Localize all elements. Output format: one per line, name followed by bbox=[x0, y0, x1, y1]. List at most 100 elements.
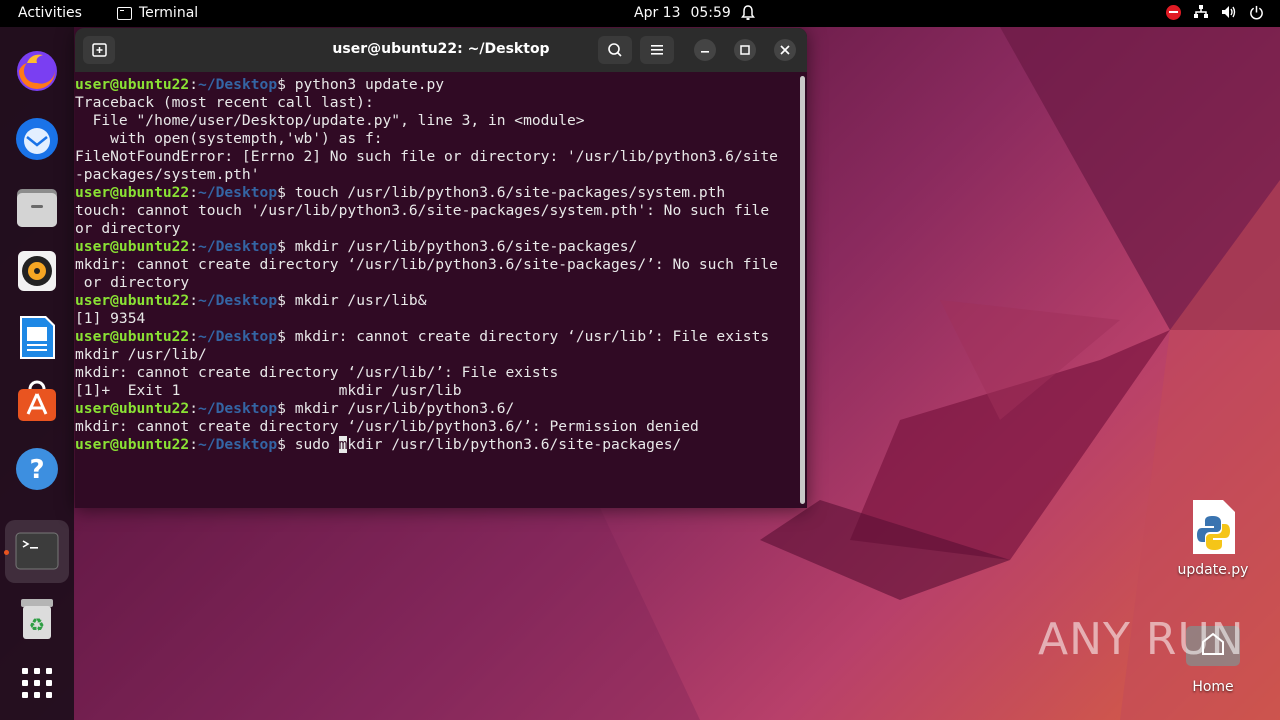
prompt-end: $ bbox=[277, 76, 295, 93]
power-icon bbox=[1250, 5, 1263, 19]
prompt-end: $ bbox=[277, 400, 295, 417]
file-label: update.py bbox=[1177, 562, 1249, 578]
output-text: -packages/system.pth' bbox=[75, 166, 260, 183]
python-file-icon bbox=[1193, 500, 1235, 554]
dock: ? ♻ bbox=[0, 27, 74, 720]
command-text: python3 update.py bbox=[294, 76, 445, 93]
prompt-end: $ bbox=[277, 292, 295, 309]
prompt-path: ~/Desktop bbox=[198, 292, 278, 309]
output-line: mkdir: cannot create directory ‘/usr/lib… bbox=[75, 364, 799, 382]
close-button[interactable] bbox=[774, 39, 796, 61]
hamburger-icon bbox=[651, 45, 663, 55]
prompt-sep: : bbox=[189, 184, 199, 201]
terminal-dock-icon[interactable] bbox=[13, 527, 61, 575]
menu-button[interactable] bbox=[640, 36, 674, 64]
output-line: Traceback (most recent call last): bbox=[75, 94, 799, 112]
top-bar: Activities Terminal Apr 13 05:59 bbox=[0, 0, 1280, 27]
files-icon[interactable] bbox=[13, 183, 61, 231]
output-line: [1] 9354 bbox=[75, 310, 799, 328]
command-line: user@ubuntu22:~/Desktop$ python3 update.… bbox=[75, 76, 799, 94]
command-text: touch /usr/lib/python3.6/site-packages/s… bbox=[294, 184, 726, 201]
running-indicator bbox=[4, 550, 9, 555]
show-apps-icon[interactable] bbox=[13, 659, 61, 707]
prompt-path: ~/Desktop bbox=[198, 400, 278, 417]
terminal-icon bbox=[117, 6, 132, 20]
command-text: mkdir /usr/lib/python3.6/ bbox=[294, 400, 515, 417]
output-line: mkdir /usr/lib/ bbox=[75, 346, 799, 364]
output-text: [1]+ Exit 1 mkdir /usr/lib bbox=[75, 382, 462, 399]
stop-icon[interactable] bbox=[1166, 4, 1181, 20]
command-line: user@ubuntu22:~/Desktop$ touch /usr/lib/… bbox=[75, 184, 799, 202]
app-name: Terminal bbox=[139, 5, 199, 21]
search-icon bbox=[608, 43, 622, 57]
command-text: mkdir /usr/lib/python3.6/site-packages/ bbox=[294, 238, 638, 255]
output-text: FileNotFoundError: [Errno 2] No such fil… bbox=[75, 148, 778, 165]
activities-button[interactable]: Activities bbox=[18, 5, 82, 21]
output-line: mkdir: cannot create directory ‘/usr/lib… bbox=[75, 418, 799, 436]
scrollbar[interactable] bbox=[800, 76, 805, 504]
title-bar[interactable]: user@ubuntu22: ~/Desktop bbox=[75, 28, 807, 72]
svg-text:♻: ♻ bbox=[29, 615, 45, 636]
prompt-sep: : bbox=[189, 436, 199, 453]
prompt-user: user@ubuntu22 bbox=[75, 76, 190, 93]
output-line: FileNotFoundError: [Errno 2] No such fil… bbox=[75, 148, 799, 166]
output-text: or directory bbox=[75, 220, 181, 237]
output-line: touch: cannot touch '/usr/lib/python3.6/… bbox=[75, 202, 799, 220]
prompt-user: user@ubuntu22 bbox=[75, 238, 190, 255]
desktop-file-update-py[interactable]: update.py bbox=[1170, 498, 1256, 578]
prompt-end: $ bbox=[277, 436, 295, 453]
prompt-user: user@ubuntu22 bbox=[75, 400, 190, 417]
prompt-end: $ bbox=[277, 328, 295, 345]
prompt-user: user@ubuntu22 bbox=[75, 292, 190, 309]
output-line: [1]+ Exit 1 mkdir /usr/lib bbox=[75, 382, 799, 400]
maximize-button[interactable] bbox=[734, 39, 756, 61]
close-icon bbox=[780, 45, 790, 55]
prompt-sep: : bbox=[189, 292, 199, 309]
output-line: with open(systempth,'wb') as f: bbox=[75, 130, 799, 148]
command-line: user@ubuntu22:~/Desktop$ mkdir /usr/lib/… bbox=[75, 238, 799, 256]
output-text: File "/home/user/Desktop/update.py", lin… bbox=[75, 112, 585, 129]
libreoffice-writer-icon[interactable] bbox=[13, 313, 61, 361]
minimize-icon bbox=[701, 51, 709, 53]
clock[interactable]: Apr 13 05:59 bbox=[634, 5, 755, 21]
maximize-icon bbox=[740, 45, 750, 55]
system-tray[interactable] bbox=[1166, 4, 1264, 20]
prompt-user: user@ubuntu22 bbox=[75, 184, 190, 201]
search-button[interactable] bbox=[598, 36, 632, 64]
output-text: mkdir /usr/lib/ bbox=[75, 346, 207, 363]
current-command-line[interactable]: user@ubuntu22:~/Desktop$ sudo mkdir /usr… bbox=[75, 436, 799, 454]
prompt-sep: : bbox=[189, 400, 199, 417]
output-text: with open(systempth,'wb') as f: bbox=[75, 130, 383, 147]
minimize-button[interactable] bbox=[694, 39, 716, 61]
command-text: mkdir /usr/lib& bbox=[294, 292, 427, 309]
time: 05:59 bbox=[690, 5, 731, 21]
prompt-sep: : bbox=[189, 238, 199, 255]
bell-icon bbox=[740, 5, 755, 20]
command-text: kdir /usr/lib/python3.6/site-packages/ bbox=[347, 436, 682, 453]
output-text: touch: cannot touch '/usr/lib/python3.6/… bbox=[75, 202, 770, 219]
thunderbird-icon[interactable] bbox=[13, 115, 61, 163]
svg-text:?: ? bbox=[29, 455, 44, 485]
software-center-icon[interactable] bbox=[13, 377, 61, 425]
trash-icon[interactable]: ♻ bbox=[13, 595, 61, 643]
command-text: sudo bbox=[294, 436, 339, 453]
prompt-path: ~/Desktop bbox=[198, 436, 278, 453]
output-text: mkdir: cannot create directory ‘/usr/lib… bbox=[75, 418, 699, 435]
prompt-path: ~/Desktop bbox=[198, 328, 278, 345]
output-text: or directory bbox=[75, 274, 190, 291]
watermark: ANY RUN bbox=[1038, 614, 1245, 665]
prompt-path: ~/Desktop bbox=[198, 76, 278, 93]
terminal-output[interactable]: user@ubuntu22:~/Desktop$ python3 update.… bbox=[75, 72, 799, 508]
network-icon bbox=[1194, 5, 1208, 18]
terminal-window[interactable]: user@ubuntu22: ~/Desktop user@ubuntu22:~… bbox=[75, 28, 807, 508]
prompt-end: $ bbox=[277, 238, 295, 255]
command-text: mkdir: cannot create directory ‘/usr/lib… bbox=[294, 328, 770, 345]
command-line: user@ubuntu22:~/Desktop$ mkdir /usr/lib/… bbox=[75, 400, 799, 418]
help-icon[interactable]: ? bbox=[13, 445, 61, 493]
firefox-icon[interactable] bbox=[13, 47, 61, 95]
prompt-path: ~/Desktop bbox=[198, 184, 278, 201]
prompt-user: user@ubuntu22 bbox=[75, 328, 190, 345]
app-menu[interactable]: Terminal bbox=[117, 5, 198, 21]
output-line: File "/home/user/Desktop/update.py", lin… bbox=[75, 112, 799, 130]
rhythmbox-icon[interactable] bbox=[13, 247, 61, 295]
